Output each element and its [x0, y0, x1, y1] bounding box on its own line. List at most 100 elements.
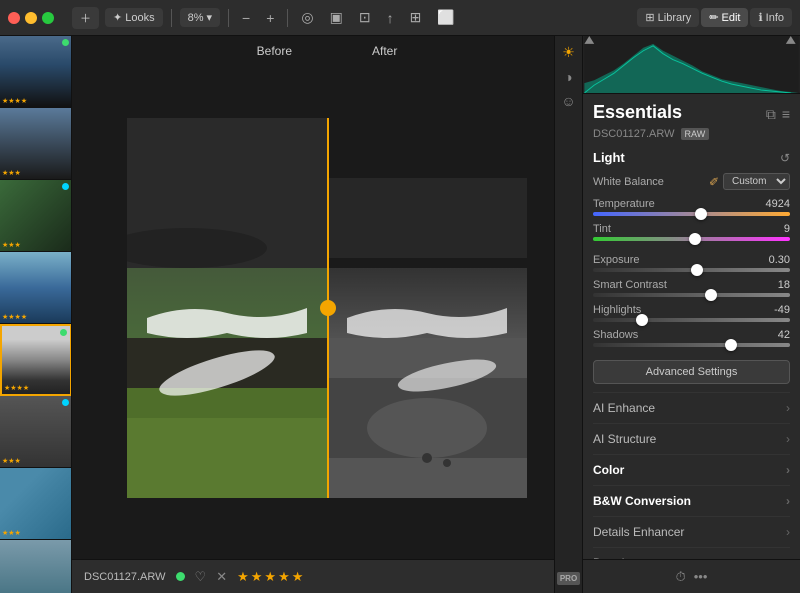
smart-contrast-thumb[interactable] — [705, 289, 717, 301]
star-4[interactable]: ★ — [278, 569, 290, 585]
file-info: DSC01127.ARW RAW — [593, 128, 790, 140]
details-enhancer-section[interactable]: Details Enhancer › — [593, 516, 790, 547]
image-container — [72, 36, 582, 559]
edit-tab[interactable]: ✏ Edit — [701, 8, 748, 27]
thumb-stars: ★★★ — [2, 241, 21, 249]
exposure-value: 0.30 — [769, 254, 790, 266]
panel-bottom-bar: ⏱ ••• — [583, 559, 800, 593]
tint-label: Tint — [593, 223, 611, 235]
split-line[interactable] — [327, 118, 329, 498]
highlights-slider[interactable] — [593, 318, 790, 322]
denoise-section[interactable]: Denoise › — [593, 547, 790, 559]
add-button[interactable]: ＋ — [72, 7, 99, 29]
advanced-settings-button[interactable]: Advanced Settings — [593, 360, 790, 384]
tint-thumb[interactable] — [689, 233, 701, 245]
exposure-label: Exposure — [593, 254, 639, 266]
chevron-right-icon: › — [786, 463, 790, 477]
preview-button[interactable]: ◎ — [296, 6, 318, 29]
tint-control: Tint 9 — [593, 223, 790, 241]
split-image[interactable] — [127, 118, 527, 498]
temperature-thumb[interactable] — [695, 208, 707, 220]
star-3[interactable]: ★ — [264, 569, 276, 585]
thumbnail-5[interactable]: ★★★★ — [0, 324, 72, 396]
split-handle[interactable] — [320, 300, 336, 316]
dot-indicator — [62, 399, 69, 406]
thumbnail-8[interactable]: ★★★ — [0, 540, 72, 593]
highlights-thumb[interactable] — [636, 314, 648, 326]
library-tab[interactable]: ⊞ Library — [637, 8, 699, 27]
reset-icon[interactable]: ↺ — [780, 151, 790, 165]
thumbnail-4[interactable]: ★★★★ — [0, 252, 72, 324]
thumbnail-6[interactable]: ★★★ — [0, 396, 72, 468]
white-balance-row: White Balance ✐ Custom Auto Daylight — [593, 173, 790, 190]
heart-button[interactable]: ♡ — [195, 569, 207, 585]
panel-content[interactable]: Essentials ⧉ ≡ DSC01127.ARW RAW Light ↺ … — [583, 94, 800, 559]
star-1[interactable]: ★ — [237, 569, 249, 585]
star-rating[interactable]: ★ ★ ★ ★ ★ — [237, 569, 303, 585]
history-icon[interactable]: ⏱ — [676, 569, 686, 585]
bw-conversion-section[interactable]: B&W Conversion › — [593, 485, 790, 516]
info-tab[interactable]: ℹ Info — [750, 8, 792, 27]
after-image-svg — [327, 118, 527, 498]
looks-button[interactable]: ✦ Looks — [105, 8, 163, 27]
star-5[interactable]: ★ — [292, 569, 304, 585]
more-icon[interactable]: ••• — [694, 569, 708, 584]
close-button[interactable] — [8, 12, 20, 24]
shadows-slider[interactable] — [593, 343, 790, 347]
looks-icon: ✦ — [113, 11, 122, 24]
color-icon[interactable]: ◑ — [564, 69, 572, 85]
thumbnail-2[interactable]: ★★★ — [0, 108, 72, 180]
crop-button[interactable]: ⊡ — [354, 6, 376, 29]
temperature-slider[interactable] — [593, 212, 790, 216]
thumbnail-7[interactable]: ★★★ — [0, 468, 72, 540]
icon-strip: ☀ ◑ ☺ PRO — [554, 36, 582, 593]
exposure-slider[interactable] — [593, 268, 790, 272]
thumbnail-3[interactable]: ★★★ — [0, 180, 72, 252]
toolbar: ＋ ✦ Looks 8% ▾ − + ◎ ▣ ⊡ ↑ ⊞ ⬜ ⊞ Library… — [0, 0, 800, 36]
canvas-area: Before After — [72, 36, 582, 593]
light-section-header[interactable]: Light ↺ — [593, 150, 790, 165]
grid-button[interactable]: ⊞ — [405, 6, 427, 29]
shadows-thumb[interactable] — [725, 339, 737, 351]
minus-button[interactable]: − — [237, 7, 255, 29]
wb-label: White Balance — [593, 176, 664, 188]
star-2[interactable]: ★ — [251, 569, 263, 585]
share-button[interactable]: ↑ — [382, 7, 399, 29]
histogram — [583, 36, 800, 94]
split-view-button[interactable]: ▣ — [325, 6, 348, 29]
thumb-stars: ★★★★ — [4, 384, 29, 392]
divider2 — [228, 9, 229, 27]
thumb-stars: ★★★★ — [2, 97, 27, 105]
thumbnail-1[interactable]: ★★★★ — [0, 36, 72, 108]
ai-structure-section[interactable]: AI Structure › — [593, 423, 790, 454]
reject-button[interactable]: ✕ — [216, 569, 227, 585]
before-image — [127, 118, 327, 498]
sun-icon[interactable]: ☀ — [562, 44, 575, 61]
info-icon: ℹ — [758, 11, 762, 24]
ai-enhance-section[interactable]: AI Enhance › — [593, 392, 790, 423]
filmstrip[interactable]: ★★★★ ★★★ ★★★ ★★★★ ★★★★ ★★★ ★★★ ★★★ — [0, 36, 72, 593]
wb-control[interactable]: ✐ Custom Auto Daylight — [709, 173, 790, 190]
sliders-icon[interactable]: ≡ — [782, 106, 790, 123]
fullscreen-button[interactable]: ⬜ — [432, 6, 459, 29]
eyedropper-icon[interactable]: ✐ — [709, 175, 719, 189]
divider — [171, 9, 172, 27]
thumb-stars: ★★★ — [2, 529, 21, 537]
thumb-stars: ★★★ — [2, 169, 21, 177]
highlights-label: Highlights — [593, 304, 641, 316]
zoom-control[interactable]: 8% ▾ — [180, 8, 220, 27]
layers-icon[interactable]: ⧉ — [766, 106, 776, 123]
exposure-thumb[interactable] — [691, 264, 703, 276]
chevron-down-icon: ▾ — [206, 11, 212, 24]
smart-contrast-slider[interactable] — [593, 293, 790, 297]
minimize-button[interactable] — [25, 12, 37, 24]
right-panel: Essentials ⧉ ≡ DSC01127.ARW RAW Light ↺ … — [582, 36, 800, 593]
raw-badge: RAW — [681, 128, 710, 140]
maximize-button[interactable] — [42, 12, 54, 24]
wb-dropdown[interactable]: Custom Auto Daylight — [723, 173, 790, 190]
plus-button[interactable]: + — [261, 7, 279, 29]
face-icon[interactable]: ☺ — [561, 93, 575, 109]
color-section[interactable]: Color › — [593, 454, 790, 485]
tint-slider[interactable] — [593, 237, 790, 241]
library-icon: ⊞ — [645, 11, 654, 24]
